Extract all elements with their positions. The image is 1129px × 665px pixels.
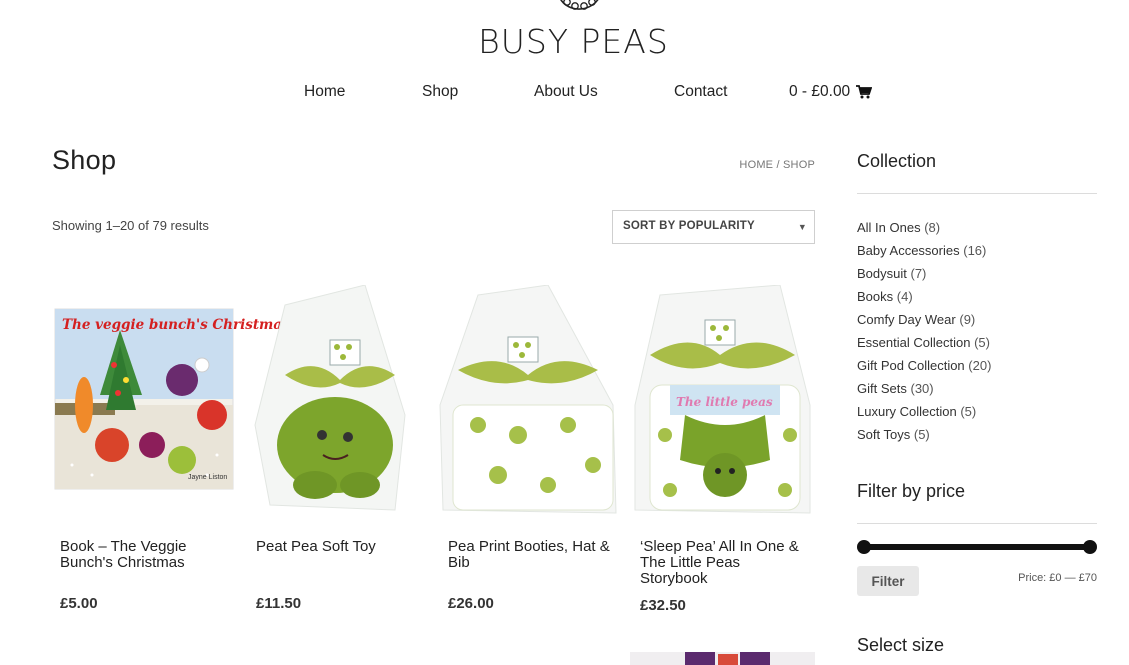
category-count: (30) — [910, 381, 934, 396]
category-count: (5) — [974, 335, 990, 350]
dropdown-arrow-icon: ▼ — [797, 222, 807, 232]
nav-home-link[interactable]: Home — [304, 83, 345, 101]
product-image[interactable] — [438, 284, 621, 520]
category-item[interactable]: Comfy Day Wear (9) — [857, 308, 991, 331]
product-image[interactable]: The little peas — [630, 284, 813, 520]
price-slider-max-handle[interactable] — [1083, 540, 1097, 554]
pea-pod-logo-icon — [560, 0, 599, 10]
category-list: All In Ones (8) Baby Accessories (16) Bo… — [857, 216, 991, 446]
price-slider-min-handle[interactable] — [857, 540, 871, 554]
shopping-cart-icon — [856, 85, 873, 99]
main-navigation: Home Shop About Us Contact 0 - £0.00 — [0, 83, 1129, 105]
category-link[interactable]: All In Ones — [857, 220, 921, 235]
widget-divider — [857, 193, 1097, 194]
product-image[interactable]: The veggie bunch's Christmas Jayne Listo… — [52, 285, 290, 520]
breadcrumb: HOME / SHOP — [739, 159, 815, 171]
select-size-widget-title: Select size — [857, 635, 945, 655]
sort-selected-value: SORT BY POPULARITY — [623, 220, 755, 232]
category-count: (16) — [963, 243, 987, 258]
product-card[interactable]: Peat Pea Soft Toy £11.50 — [245, 284, 428, 612]
category-count: (20) — [968, 358, 992, 373]
category-item[interactable]: Bodysuit (7) — [857, 262, 991, 285]
filter-price-widget-title: Filter by price — [857, 481, 966, 501]
product-price: £32.50 — [640, 597, 686, 614]
price-range-label: Price: £0 — £70 — [1018, 572, 1097, 584]
sort-select[interactable]: SORT BY POPULARITY ▼ — [612, 210, 815, 244]
product-card[interactable]: The little peas ‘Sleep Pea’ All In One &… — [630, 284, 813, 614]
category-link[interactable]: Soft Toys — [857, 427, 910, 442]
category-item[interactable]: Luxury Collection (5) — [857, 400, 991, 423]
category-link[interactable]: Essential Collection — [857, 335, 970, 350]
category-link[interactable]: Luxury Collection — [857, 404, 957, 419]
category-item[interactable]: Soft Toys (5) — [857, 423, 991, 446]
result-count: Showing 1–20 of 79 results — [52, 218, 209, 233]
category-item[interactable]: Gift Sets (30) — [857, 377, 991, 400]
cart-total: 0 - £0.00 — [789, 83, 851, 100]
category-count: (8) — [924, 220, 941, 235]
category-item[interactable]: All In Ones (8) — [857, 216, 991, 239]
category-link[interactable]: Gift Pod Collection — [857, 358, 965, 373]
category-count: (4) — [896, 289, 913, 304]
product-name[interactable]: Peat Pea Soft Toy — [256, 539, 426, 555]
collection-widget-title: Collection — [857, 151, 937, 171]
widget-divider — [857, 523, 1097, 524]
page-title: Shop — [52, 145, 117, 175]
product-price: £26.00 — [448, 595, 494, 612]
category-count: (5) — [913, 427, 930, 442]
partial-product-thumbnail — [630, 652, 815, 665]
product-card[interactable]: Pea Print Booties, Hat & Bib £26.00 — [438, 284, 621, 612]
price-slider-track[interactable] — [861, 544, 1093, 550]
filter-button[interactable]: Filter — [857, 566, 919, 596]
nav-shop-link[interactable]: Shop — [422, 83, 458, 101]
category-link[interactable]: Gift Sets — [857, 381, 907, 396]
category-item[interactable]: Essential Collection (5) — [857, 331, 991, 354]
product-name[interactable]: Pea Print Booties, Hat & Bib — [448, 539, 618, 571]
category-link[interactable]: Books — [857, 289, 893, 304]
nav-cart-link[interactable]: 0 - £0.00 — [789, 83, 873, 101]
nav-contact-link[interactable]: Contact — [674, 83, 727, 101]
product-image-partial[interactable] — [630, 652, 815, 665]
soft-toy-gift-image — [254, 284, 406, 511]
product-card[interactable]: The veggie bunch's Christmas Jayne Listo… — [52, 285, 290, 612]
breadcrumb-separator: / — [773, 159, 784, 171]
book-cover-title: The veggie bunch's Christmas — [62, 317, 290, 333]
category-count: (5) — [960, 404, 977, 419]
product-name[interactable]: Book – The Veggie Bunch's Christmas — [60, 539, 230, 571]
category-count: (7) — [910, 266, 927, 281]
category-link[interactable]: Bodysuit — [857, 266, 907, 281]
category-item[interactable]: Gift Pod Collection (20) — [857, 354, 991, 377]
book-cover-author: Jayne Liston — [188, 474, 228, 481]
breadcrumb-current: SHOP — [783, 159, 815, 171]
nav-about-link[interactable]: About Us — [534, 83, 598, 101]
category-count: (9) — [959, 312, 976, 327]
product-name[interactable]: ‘Sleep Pea’ All In One & The Little Peas… — [640, 539, 810, 587]
category-link[interactable]: Comfy Day Wear — [857, 312, 956, 327]
category-link[interactable]: Baby Accessories — [857, 243, 960, 258]
booties-gift-image — [439, 284, 617, 514]
breadcrumb-home-link[interactable]: HOME — [739, 159, 773, 171]
storybook-label: The little peas — [676, 395, 773, 409]
category-item[interactable]: Books (4) — [857, 285, 991, 308]
category-item[interactable]: Baby Accessories (16) — [857, 239, 991, 262]
product-price: £11.50 — [256, 595, 302, 612]
site-logo-text[interactable]: BUSY PEAS — [0, 22, 1129, 61]
product-image[interactable] — [245, 284, 428, 520]
product-price: £5.00 — [60, 595, 98, 612]
